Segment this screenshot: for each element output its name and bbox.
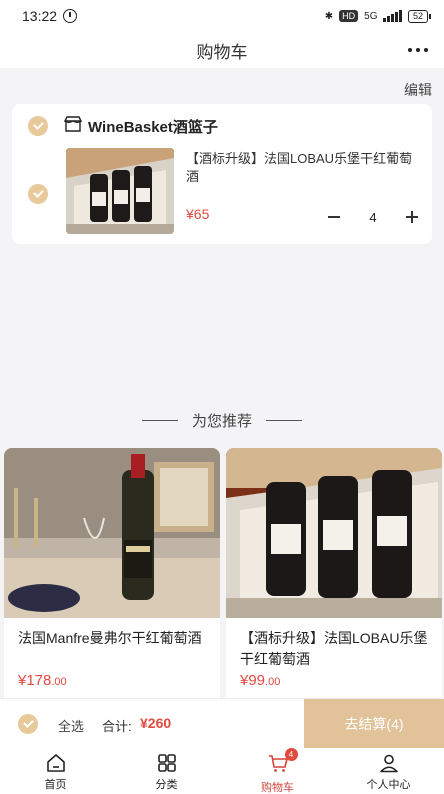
product-image[interactable] bbox=[66, 148, 174, 234]
network-label: 5G bbox=[364, 10, 378, 22]
tab-profile[interactable]: 个人中心 bbox=[333, 748, 444, 794]
recommend-title: 为您推荐 bbox=[191, 413, 252, 430]
battery-icon: 52 bbox=[407, 9, 432, 23]
cart-store-card: WineBasket酒篮子 【酒标升级】法国LOBAU乐堡干红葡萄酒 ¥65 4 bbox=[12, 104, 432, 244]
select-all-checkbox[interactable] bbox=[18, 714, 38, 734]
tab-cart[interactable]: 4 购物车 bbox=[222, 748, 333, 794]
tab-home[interactable]: 首页 bbox=[0, 748, 111, 794]
divider bbox=[266, 420, 302, 421]
bluetooth-icon: ✱ bbox=[324, 10, 334, 22]
quantity-value[interactable]: 4 bbox=[369, 210, 376, 225]
recommend-product-card[interactable]: 法国Manfre曼弗尔干红葡萄酒 ¥178.00 bbox=[4, 448, 220, 708]
total-value: ¥260 bbox=[140, 715, 172, 731]
home-icon bbox=[46, 754, 65, 772]
edit-button[interactable]: 编辑 bbox=[404, 80, 432, 100]
product-image[interactable] bbox=[226, 448, 442, 618]
recommend-product-card[interactable]: 【酒标升级】法国LOBAU乐堡干红葡萄酒 ¥99.00 bbox=[226, 448, 442, 708]
store-icon bbox=[64, 116, 82, 132]
page-header: 购物车 bbox=[0, 32, 444, 68]
product-price: ¥178.00 bbox=[18, 672, 67, 689]
item-checkbox[interactable] bbox=[28, 184, 48, 204]
item-title[interactable]: 【酒标升级】法国LOBAU乐堡干红葡萄酒 bbox=[186, 150, 418, 186]
more-icon[interactable] bbox=[408, 40, 428, 60]
minus-icon[interactable] bbox=[326, 209, 342, 225]
tab-category[interactable]: 分类 bbox=[111, 748, 222, 794]
hd-badge: HD bbox=[339, 10, 359, 22]
status-time: 13:22 bbox=[22, 8, 58, 24]
tab-label: 分类 bbox=[155, 779, 178, 791]
grid-icon bbox=[157, 754, 176, 772]
total-label: 合计: bbox=[102, 719, 132, 734]
tab-bar: 首页 分类 4 购物车 个人中心 bbox=[0, 748, 444, 794]
cart-badge: 4 bbox=[284, 748, 298, 761]
store-name[interactable]: WineBasket酒篮子 bbox=[88, 116, 218, 137]
signal-icon bbox=[383, 10, 402, 22]
tab-label: 购物车 bbox=[261, 782, 294, 794]
tab-label: 个人中心 bbox=[366, 779, 411, 791]
person-icon bbox=[379, 754, 398, 773]
checkout-bar: 全选 合计: ¥260 去结算(4) bbox=[0, 698, 444, 749]
quantity-stepper: 4 bbox=[326, 206, 420, 228]
select-all-label[interactable]: 全选 bbox=[58, 716, 84, 735]
product-price: ¥99.00 bbox=[240, 672, 281, 689]
tab-label: 首页 bbox=[44, 779, 67, 791]
recommend-heading: 为您推荐 bbox=[0, 410, 444, 431]
item-price: ¥65 bbox=[186, 206, 210, 222]
alarm-icon bbox=[63, 9, 78, 23]
divider bbox=[141, 420, 178, 421]
checkout-button[interactable]: 去结算(4) bbox=[304, 699, 444, 749]
store-checkbox[interactable] bbox=[28, 116, 48, 136]
product-name[interactable]: 法国Manfre曼弗尔干红葡萄酒 bbox=[18, 628, 214, 649]
page-title: 购物车 bbox=[196, 42, 248, 62]
product-name[interactable]: 【酒标升级】法国LOBAU乐堡干红葡萄酒 bbox=[240, 628, 436, 670]
plus-icon[interactable] bbox=[404, 209, 420, 225]
status-bar: 13:22 ✱ HD 5G 52 bbox=[0, 0, 444, 32]
product-image[interactable] bbox=[4, 448, 220, 618]
